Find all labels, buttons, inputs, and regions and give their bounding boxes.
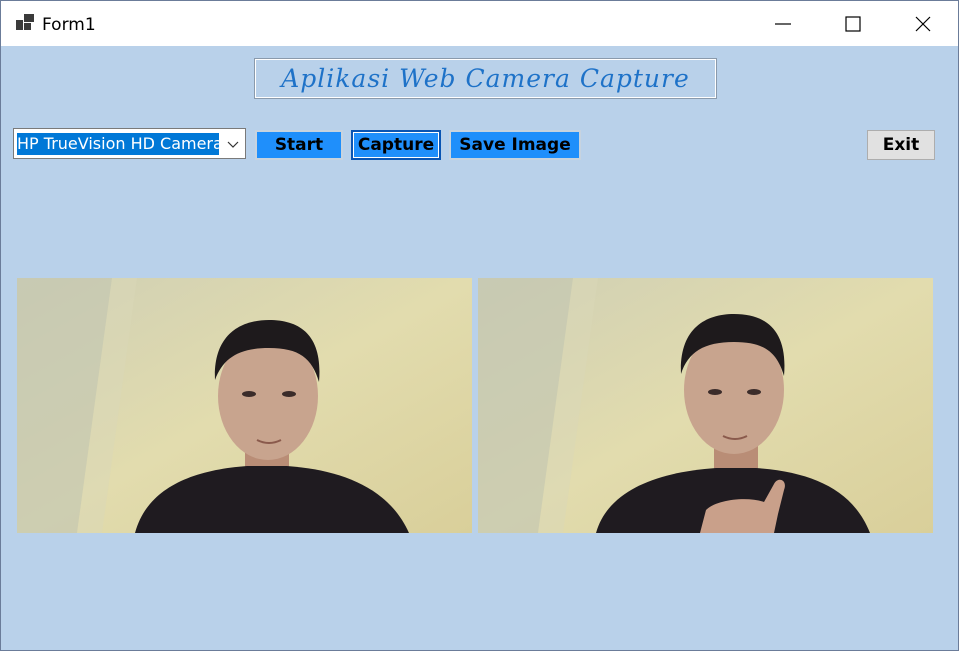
maximize-icon: [845, 15, 861, 32]
close-button[interactable]: [889, 1, 957, 46]
form-window: Form1 Aplikasi Web Camera Capture HP Tru…: [0, 0, 959, 651]
maximize-button[interactable]: [819, 1, 887, 46]
banner-title: Aplikasi Web Camera Capture: [281, 64, 690, 93]
app-icon: [16, 14, 34, 30]
start-button-label: Start: [274, 135, 324, 155]
title-banner: Aplikasi Web Camera Capture: [254, 58, 717, 99]
exit-button-label: Exit: [882, 135, 920, 155]
live-camera-preview: [17, 278, 472, 533]
capture-button[interactable]: Capture: [351, 130, 441, 160]
captured-image: [478, 278, 933, 533]
close-icon: [915, 16, 931, 31]
camera-select-value: HP TrueVision HD Camera: [17, 133, 219, 155]
save-image-button[interactable]: Save Image: [449, 130, 581, 160]
start-button[interactable]: Start: [255, 130, 343, 160]
capture-button-label: Capture: [357, 135, 435, 155]
title-bar[interactable]: Form1: [1, 1, 958, 46]
window-title: Form1: [42, 15, 96, 35]
minimize-button[interactable]: [749, 1, 817, 46]
minimize-icon: [775, 22, 791, 25]
save-image-button-label: Save Image: [459, 135, 571, 155]
chevron-down-icon[interactable]: [227, 138, 239, 150]
camera-select[interactable]: HP TrueVision HD Camera: [13, 128, 246, 159]
exit-button[interactable]: Exit: [867, 130, 935, 160]
form-client-area: Aplikasi Web Camera Capture HP TrueVisio…: [1, 46, 958, 650]
